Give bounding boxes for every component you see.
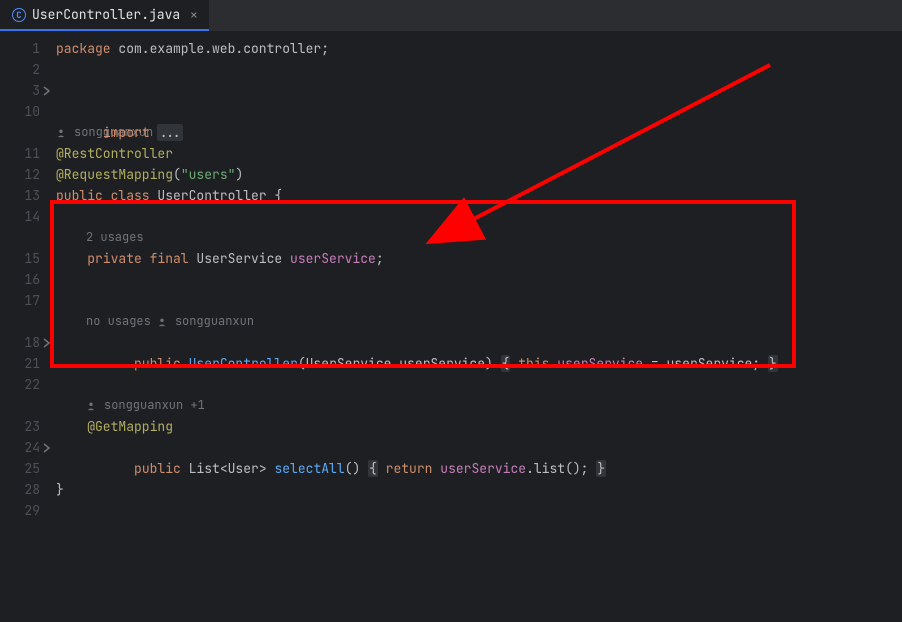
line-no: 12 bbox=[0, 164, 40, 185]
brace: } bbox=[768, 355, 778, 372]
punct: ; bbox=[376, 250, 384, 267]
code-area[interactable]: package com.example.web.controller; impo… bbox=[56, 32, 902, 622]
field-ref: userService bbox=[440, 460, 526, 477]
class-name: UserController bbox=[157, 187, 266, 204]
field-name: userService bbox=[290, 250, 376, 267]
line-no bbox=[0, 122, 40, 143]
code-line[interactable] bbox=[56, 269, 902, 290]
usages-hint[interactable]: 2 usages bbox=[56, 227, 902, 248]
params: (UserService userService) bbox=[298, 355, 501, 372]
code-line[interactable]: public class UserController { bbox=[56, 185, 902, 206]
usages-text: no usages bbox=[86, 311, 151, 332]
fold-icon[interactable] bbox=[42, 443, 52, 453]
code-line[interactable]: @RequestMapping("users") bbox=[56, 164, 902, 185]
annotation: @RestController bbox=[56, 145, 173, 162]
code-line[interactable] bbox=[56, 374, 902, 395]
close-icon[interactable]: ✕ bbox=[186, 7, 201, 23]
type: UserService bbox=[196, 250, 290, 267]
line-no: 16 bbox=[0, 269, 40, 290]
line-no: 23 bbox=[0, 416, 40, 437]
code-line[interactable] bbox=[56, 59, 902, 80]
author-hint[interactable]: songguanxun +1 bbox=[56, 122, 902, 143]
usages-text: 2 usages bbox=[86, 227, 144, 248]
gutter: 1 2 3 10 11 12 13 14 15 16 17 18 21 22 2… bbox=[0, 32, 56, 622]
tab-filename: UserController.java bbox=[32, 6, 180, 23]
code-line[interactable]: package com.example.web.controller; bbox=[56, 38, 902, 59]
author-text: songguanxun bbox=[175, 311, 254, 332]
line-no: 11 bbox=[0, 143, 40, 164]
method-name: selectAll bbox=[274, 460, 344, 477]
keyword: public class bbox=[56, 187, 157, 204]
line-no: 22 bbox=[0, 374, 40, 395]
annotation: @RequestMapping bbox=[56, 166, 173, 183]
line-no: 2 bbox=[0, 59, 40, 80]
brace: } bbox=[56, 481, 64, 498]
punct: ) bbox=[235, 166, 243, 183]
class-icon: C bbox=[12, 8, 26, 22]
method-name: UserController bbox=[189, 355, 298, 372]
line-no: 24 bbox=[0, 437, 40, 458]
line-no: 1 bbox=[0, 38, 40, 59]
line-no: 14 bbox=[0, 206, 40, 227]
code-line[interactable]: public UserController(UserService userSe… bbox=[56, 332, 902, 353]
code-line[interactable]: @GetMapping bbox=[56, 416, 902, 437]
fold-icon[interactable] bbox=[42, 86, 52, 96]
keyword: return bbox=[378, 460, 440, 477]
brace: } bbox=[596, 460, 606, 477]
line-no: 21 bbox=[0, 353, 40, 374]
line-no: 18 bbox=[0, 332, 40, 353]
brace: { bbox=[368, 460, 378, 477]
keyword: private final bbox=[87, 250, 196, 267]
code-line[interactable]: import ... bbox=[56, 80, 902, 101]
fold-icon[interactable] bbox=[42, 338, 52, 348]
line-no: 3 bbox=[0, 80, 40, 101]
code-line[interactable]: private final UserService userService; bbox=[56, 248, 902, 269]
code-line[interactable] bbox=[56, 101, 902, 122]
annotation: @GetMapping bbox=[87, 418, 173, 435]
tab-bar: C UserController.java ✕ bbox=[0, 0, 902, 32]
keyword: import bbox=[103, 124, 158, 141]
code-line[interactable] bbox=[56, 206, 902, 227]
line-no bbox=[0, 227, 40, 248]
code-line[interactable]: @RestController bbox=[56, 143, 902, 164]
author-hint[interactable]: songguanxun +1 bbox=[56, 395, 902, 416]
code-line[interactable]: public List<User> selectAll() { return u… bbox=[56, 437, 902, 458]
keyword: this bbox=[510, 355, 549, 372]
usages-hint[interactable]: no usages songguanxun bbox=[56, 311, 902, 332]
type: List bbox=[189, 460, 220, 477]
line-no: 15 bbox=[0, 248, 40, 269]
line-no: 17 bbox=[0, 290, 40, 311]
line-no: 29 bbox=[0, 500, 40, 521]
string-literal: "users" bbox=[181, 166, 236, 183]
expr: = userService; bbox=[643, 355, 768, 372]
line-no: 13 bbox=[0, 185, 40, 206]
user-icon bbox=[86, 401, 96, 411]
line-no bbox=[0, 311, 40, 332]
tab-usercontroller[interactable]: C UserController.java ✕ bbox=[0, 0, 209, 31]
keyword: public bbox=[134, 355, 189, 372]
line-no: 25 bbox=[0, 458, 40, 479]
call: .list(); bbox=[526, 460, 596, 477]
line-no: 28 bbox=[0, 479, 40, 500]
keyword: public bbox=[134, 460, 189, 477]
user-icon bbox=[157, 317, 167, 327]
editor[interactable]: 1 2 3 10 11 12 13 14 15 16 17 18 21 22 2… bbox=[0, 32, 902, 622]
field-ref: userService bbox=[557, 355, 643, 372]
punct: ( bbox=[173, 166, 181, 183]
punct: () bbox=[345, 460, 368, 477]
keyword: package bbox=[56, 40, 111, 57]
author-text: songguanxun +1 bbox=[104, 395, 205, 416]
code-line[interactable] bbox=[56, 290, 902, 311]
brace: { bbox=[501, 355, 511, 372]
code-line[interactable]: } bbox=[56, 479, 902, 500]
line-no bbox=[0, 395, 40, 416]
package-path: com.example.web.controller; bbox=[111, 40, 329, 57]
code-line[interactable] bbox=[56, 500, 902, 521]
fold-ellipsis[interactable]: ... bbox=[157, 124, 182, 141]
line-no: 10 bbox=[0, 101, 40, 122]
type: <User> bbox=[220, 460, 275, 477]
punct: { bbox=[267, 187, 283, 204]
